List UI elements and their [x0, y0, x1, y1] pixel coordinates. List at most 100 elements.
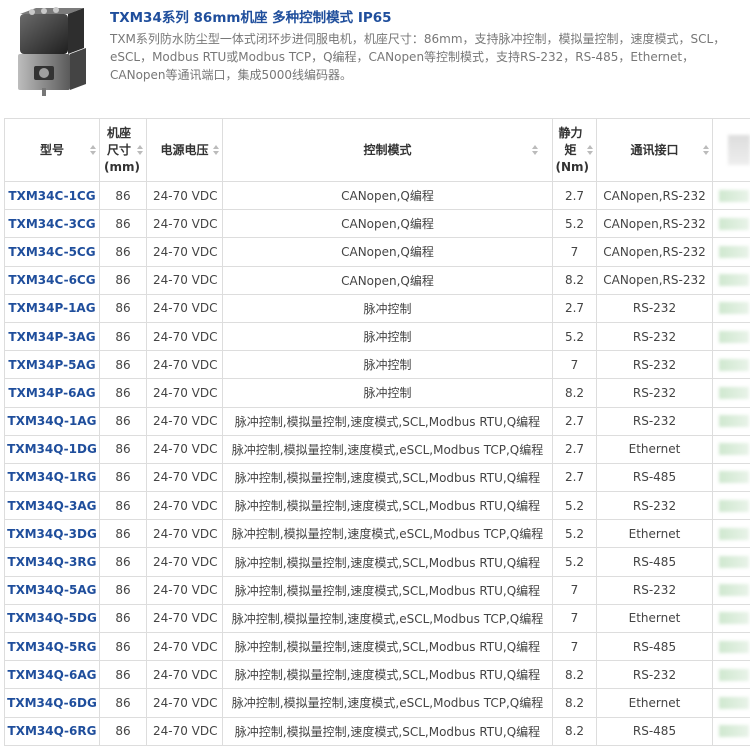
control-mode-cell: 脉冲控制,模拟量控制,速度模式,SCL,Modbus RTU,Q编程	[223, 661, 553, 689]
column-header-torque[interactable]: 静力矩(Nm)	[553, 119, 597, 182]
column-header-control-mode[interactable]: 控制模式	[223, 119, 553, 182]
torque-cell: 5.2	[553, 210, 597, 238]
model-cell[interactable]: TXM34C-6CG	[5, 266, 100, 294]
frame-size-cell: 86	[100, 548, 147, 576]
blurred-cell	[713, 463, 750, 491]
torque-cell: 8.2	[553, 266, 597, 294]
model-cell[interactable]: TXM34C-5CG	[5, 238, 100, 266]
model-cell[interactable]: TXM34C-1CG	[5, 182, 100, 210]
table-row: TXM34Q-3DG8624-70 VDC脉冲控制,模拟量控制,速度模式,eSC…	[5, 520, 750, 548]
motor-product-image	[10, 6, 102, 98]
control-mode-cell: 脉冲控制,模拟量控制,速度模式,eSCL,Modbus TCP,Q编程	[223, 520, 553, 548]
model-cell[interactable]: TXM34P-1AG	[5, 294, 100, 322]
model-cell[interactable]: TXM34P-6AG	[5, 379, 100, 407]
comm-port-cell: RS-485	[597, 463, 713, 491]
model-cell[interactable]: TXM34Q-6DG	[5, 689, 100, 717]
table-row: TXM34Q-3RG8624-70 VDC脉冲控制,模拟量控制,速度模式,SCL…	[5, 548, 750, 576]
model-cell[interactable]: TXM34Q-3RG	[5, 548, 100, 576]
blurred-content	[719, 584, 749, 596]
blurred-content	[719, 190, 749, 202]
blurred-cell	[713, 294, 750, 322]
voltage-cell: 24-70 VDC	[147, 266, 223, 294]
table-row: TXM34P-5AG8624-70 VDC脉冲控制7RS-232	[5, 351, 750, 379]
voltage-cell: 24-70 VDC	[147, 435, 223, 463]
sort-arrows-icon[interactable]	[587, 145, 593, 155]
blurred-content	[728, 135, 750, 165]
frame-size-cell: 86	[100, 492, 147, 520]
product-description: TXM系列防水防尘型一体式闭环步进伺服电机，机座尺寸：86mm，支持脉冲控制，模…	[110, 30, 746, 84]
voltage-cell: 24-70 VDC	[147, 463, 223, 491]
model-cell[interactable]: TXM34P-3AG	[5, 322, 100, 350]
sort-arrows-icon[interactable]	[703, 145, 709, 155]
model-cell[interactable]: TXM34Q-5RG	[5, 633, 100, 661]
comm-port-cell: Ethernet	[597, 520, 713, 548]
voltage-cell: 24-70 VDC	[147, 238, 223, 266]
torque-cell: 7	[553, 351, 597, 379]
frame-size-cell: 86	[100, 407, 147, 435]
model-cell[interactable]: TXM34Q-5DG	[5, 604, 100, 632]
voltage-cell: 24-70 VDC	[147, 548, 223, 576]
comm-port-cell: RS-232	[597, 322, 713, 350]
comm-port-cell: Ethernet	[597, 604, 713, 632]
sort-arrows-icon[interactable]	[532, 145, 538, 155]
model-cell[interactable]: TXM34Q-6RG	[5, 717, 100, 745]
table-header-row: 型号 机座尺寸(mm) 电源电压 控制模式 静力矩(Nm) 通讯接口	[5, 119, 750, 182]
column-header-comm-port[interactable]: 通讯接口	[597, 119, 713, 182]
table-row: TXM34Q-5DG8624-70 VDC脉冲控制,模拟量控制,速度模式,eSC…	[5, 604, 750, 632]
frame-size-cell: 86	[100, 689, 147, 717]
control-mode-cell: CANopen,Q编程	[223, 266, 553, 294]
comm-port-cell: RS-485	[597, 633, 713, 661]
table-row: TXM34Q-1RG8624-70 VDC脉冲控制,模拟量控制,速度模式,SCL…	[5, 463, 750, 491]
table-row: TXM34Q-5RG8624-70 VDC脉冲控制,模拟量控制,速度模式,SCL…	[5, 633, 750, 661]
blurred-cell	[713, 238, 750, 266]
torque-cell: 8.2	[553, 379, 597, 407]
voltage-cell: 24-70 VDC	[147, 661, 223, 689]
table-row: TXM34P-1AG8624-70 VDC脉冲控制2.7RS-232	[5, 294, 750, 322]
model-cell[interactable]: TXM34C-3CG	[5, 210, 100, 238]
blurred-content	[719, 725, 749, 737]
blurred-cell	[713, 322, 750, 350]
model-cell[interactable]: TXM34P-5AG	[5, 351, 100, 379]
control-mode-cell: CANopen,Q编程	[223, 182, 553, 210]
blurred-cell	[713, 182, 750, 210]
comm-port-cell: CANopen,RS-232	[597, 238, 713, 266]
voltage-cell: 24-70 VDC	[147, 520, 223, 548]
column-header-blurred	[713, 119, 750, 182]
comm-port-cell: RS-485	[597, 548, 713, 576]
table-row: TXM34Q-6AG8624-70 VDC脉冲控制,模拟量控制,速度模式,SCL…	[5, 661, 750, 689]
control-mode-cell: 脉冲控制,模拟量控制,速度模式,SCL,Modbus RTU,Q编程	[223, 548, 553, 576]
model-cell[interactable]: TXM34Q-3DG	[5, 520, 100, 548]
control-mode-cell: 脉冲控制,模拟量控制,速度模式,SCL,Modbus RTU,Q编程	[223, 633, 553, 661]
table-row: TXM34Q-6DG8624-70 VDC脉冲控制,模拟量控制,速度模式,eSC…	[5, 689, 750, 717]
blurred-content	[719, 302, 749, 314]
control-mode-cell: 脉冲控制,模拟量控制,速度模式,eSCL,Modbus TCP,Q编程	[223, 604, 553, 632]
comm-port-cell: CANopen,RS-232	[597, 210, 713, 238]
voltage-cell: 24-70 VDC	[147, 322, 223, 350]
column-header-frame-size[interactable]: 机座尺寸(mm)	[100, 119, 147, 182]
table-row: TXM34P-3AG8624-70 VDC脉冲控制5.2RS-232	[5, 322, 750, 350]
frame-size-cell: 86	[100, 463, 147, 491]
sort-arrows-icon[interactable]	[213, 145, 219, 155]
blurred-content	[719, 274, 749, 286]
blurred-content	[719, 387, 749, 399]
torque-cell: 5.2	[553, 548, 597, 576]
model-cell[interactable]: TXM34Q-1AG	[5, 407, 100, 435]
frame-size-cell: 86	[100, 322, 147, 350]
model-cell[interactable]: TXM34Q-1DG	[5, 435, 100, 463]
model-cell[interactable]: TXM34Q-5AG	[5, 576, 100, 604]
frame-size-cell: 86	[100, 717, 147, 745]
control-mode-cell: 脉冲控制,模拟量控制,速度模式,SCL,Modbus RTU,Q编程	[223, 463, 553, 491]
control-mode-cell: 脉冲控制,模拟量控制,速度模式,eSCL,Modbus TCP,Q编程	[223, 435, 553, 463]
sort-arrows-icon[interactable]	[137, 145, 143, 155]
sort-arrows-icon[interactable]	[90, 145, 96, 155]
model-cell[interactable]: TXM34Q-6AG	[5, 661, 100, 689]
column-header-model[interactable]: 型号	[5, 119, 100, 182]
blurred-cell	[713, 548, 750, 576]
model-cell[interactable]: TXM34Q-1RG	[5, 463, 100, 491]
column-header-voltage[interactable]: 电源电压	[147, 119, 223, 182]
blurred-cell	[713, 210, 750, 238]
model-cell[interactable]: TXM34Q-3AG	[5, 492, 100, 520]
table-body: TXM34C-1CG8624-70 VDCCANopen,Q编程2.7CANop…	[5, 182, 750, 746]
blurred-content	[719, 528, 749, 540]
torque-cell: 2.7	[553, 182, 597, 210]
